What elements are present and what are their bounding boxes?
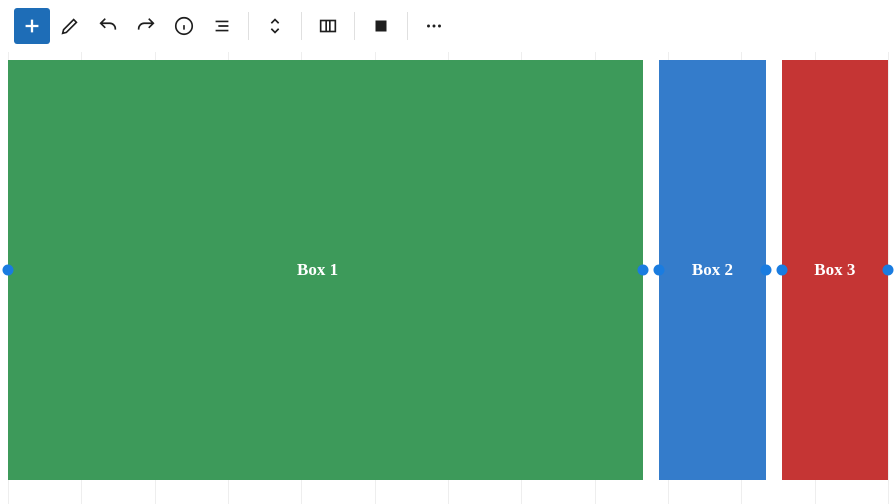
toolbar-separator [407,12,408,40]
outline-button[interactable] [204,8,240,44]
color-button[interactable] [363,8,399,44]
color-icon [370,15,392,37]
column-label: Box 1 [297,260,338,280]
add-icon [21,15,43,37]
editor-toolbar [0,0,896,52]
resize-handle-right[interactable] [760,265,771,276]
edit-icon [59,15,81,37]
resize-handle-right[interactable] [638,265,649,276]
column-1[interactable]: Box 1 [8,60,643,480]
edit-button[interactable] [52,8,88,44]
columns-icon [317,15,339,37]
menu-icon [211,15,233,37]
more-icon [423,15,445,37]
column-3[interactable]: Box 3 [782,60,888,480]
info-button[interactable] [166,8,202,44]
more-options-button[interactable] [416,8,452,44]
column-label: Box 3 [814,260,855,280]
redo-button[interactable] [128,8,164,44]
toolbar-separator [301,12,302,40]
resize-handle-left[interactable] [3,265,14,276]
resize-handle-left[interactable] [654,265,665,276]
move-icon [264,15,286,37]
info-icon [173,15,195,37]
resize-handle-left[interactable] [776,265,787,276]
editor-canvas[interactable]: Box 1 Box 2 Box 3 [8,60,888,504]
undo-icon [97,15,119,37]
columns-button[interactable] [310,8,346,44]
add-block-button[interactable] [14,8,50,44]
columns-block[interactable]: Box 1 Box 2 Box 3 [8,60,888,480]
redo-icon [135,15,157,37]
toolbar-separator [354,12,355,40]
toolbar-separator [248,12,249,40]
resize-handle-right[interactable] [883,265,894,276]
column-2[interactable]: Box 2 [659,60,765,480]
column-label: Box 2 [692,260,733,280]
undo-button[interactable] [90,8,126,44]
move-button[interactable] [257,8,293,44]
